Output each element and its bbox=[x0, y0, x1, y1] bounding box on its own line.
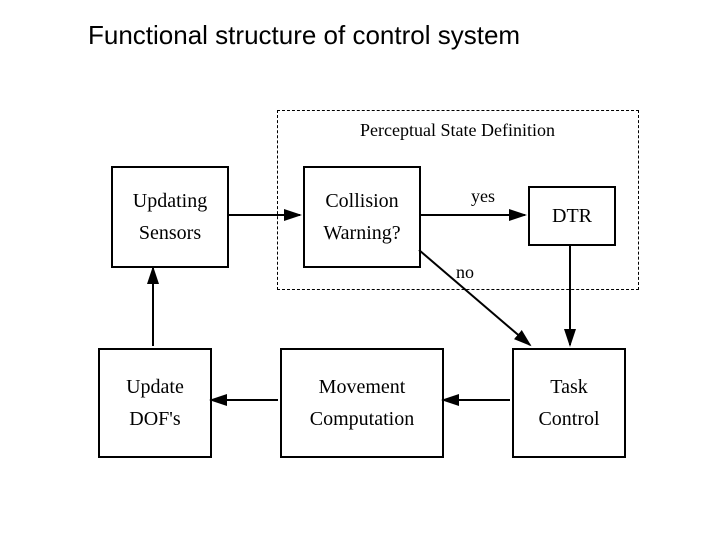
task-control-line2: Control bbox=[538, 403, 599, 435]
yes-label: yes bbox=[471, 186, 495, 207]
collision-warning-box: Collision Warning? bbox=[303, 166, 421, 268]
updating-sensors-box: Updating Sensors bbox=[111, 166, 229, 268]
dtr-box: DTR bbox=[528, 186, 616, 246]
page-title: Functional structure of control system bbox=[88, 20, 520, 51]
perceptual-state-definition-label: Perceptual State Definition bbox=[360, 120, 555, 141]
task-control-line1: Task bbox=[550, 371, 587, 403]
movement-computation-line2: Computation bbox=[310, 403, 414, 435]
updating-sensors-line1: Updating bbox=[133, 185, 207, 217]
collision-warning-line2: Warning? bbox=[323, 217, 400, 249]
update-dofs-line2: DOF's bbox=[129, 403, 180, 435]
movement-computation-line1: Movement bbox=[319, 371, 406, 403]
movement-computation-box: Movement Computation bbox=[280, 348, 444, 458]
update-dofs-line1: Update bbox=[126, 371, 184, 403]
collision-warning-line1: Collision bbox=[325, 185, 398, 217]
task-control-box: Task Control bbox=[512, 348, 626, 458]
updating-sensors-line2: Sensors bbox=[139, 217, 201, 249]
dtr-line1: DTR bbox=[552, 200, 592, 232]
no-label: no bbox=[456, 262, 474, 283]
update-dofs-box: Update DOF's bbox=[98, 348, 212, 458]
